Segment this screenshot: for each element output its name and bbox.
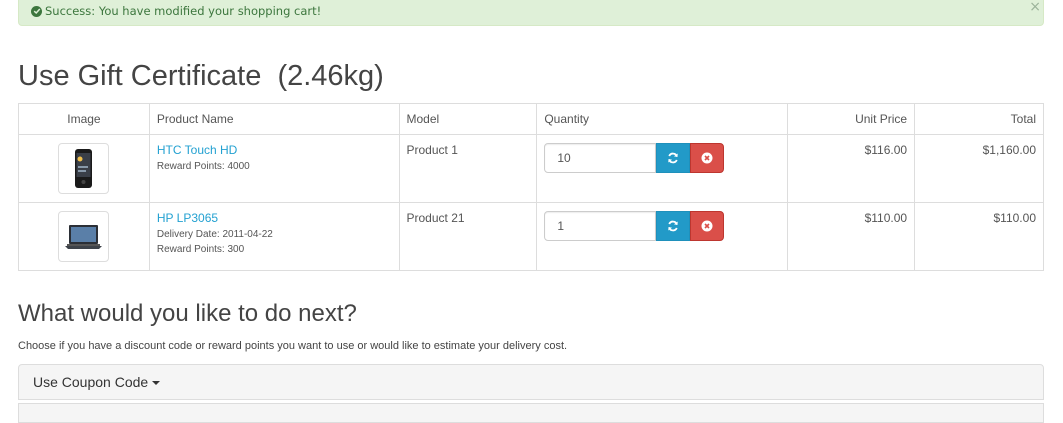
caret-down-icon	[152, 381, 161, 386]
success-alert: Success: You have modified your shopping…	[18, 0, 1044, 26]
quantity-cell	[536, 202, 789, 271]
next-panel[interactable]	[18, 403, 1044, 423]
next-steps-title: What would you like to do next?	[18, 300, 357, 327]
quantity-input[interactable]	[544, 211, 657, 241]
times-circle-icon	[701, 152, 713, 164]
remove-button[interactable]	[690, 143, 725, 173]
col-model: Model	[398, 103, 538, 135]
table-header-row: Image Product Name Model Quantity Unit P…	[18, 103, 1044, 135]
total-cell: $110.00	[914, 202, 1044, 271]
image-cell	[18, 134, 150, 203]
product-name-cell: HP LP3065 Delivery Date: 2011-04-22 Rewa…	[148, 202, 400, 271]
remove-button[interactable]	[690, 211, 725, 241]
alert-message: Success: You have modified your shopping…	[45, 4, 322, 18]
total-cell: $1,160.00	[914, 134, 1044, 203]
next-steps-description: Choose if you have a discount code or re…	[18, 340, 568, 352]
col-quantity: Quantity	[536, 103, 789, 135]
col-unit-price: Unit Price	[787, 103, 916, 135]
check-circle-icon	[31, 5, 42, 17]
update-button[interactable]	[656, 211, 691, 241]
coupon-panel-label: Use Coupon Code	[33, 374, 149, 390]
reward-points: Reward Points: 300	[156, 244, 245, 255]
refresh-icon	[668, 152, 679, 164]
col-image: Image	[18, 103, 150, 135]
product-link[interactable]: HTC Touch HD	[157, 143, 392, 157]
col-total: Total	[914, 103, 1044, 135]
table-row: HP LP3065 Delivery Date: 2011-04-22 Rewa…	[18, 202, 1044, 271]
quantity-cell	[536, 134, 789, 203]
product-thumbnail-laptop[interactable]	[58, 211, 110, 262]
delivery-date: Delivery Date: 2011-04-22	[156, 229, 273, 240]
table-row: HTC Touch HD Reward Points: 4000 Product…	[18, 134, 1044, 203]
col-product-name: Product Name	[148, 103, 400, 135]
unit-price-cell: $110.00	[787, 202, 916, 271]
image-cell	[18, 202, 150, 271]
page-title: Use Gift Certificate (2.46kg)	[18, 60, 384, 92]
alert-close-button[interactable]: ×	[1029, 0, 1041, 14]
product-link[interactable]: HP LP3065	[157, 211, 392, 225]
product-thumbnail-phone[interactable]	[58, 143, 110, 194]
unit-price-cell: $116.00	[787, 134, 916, 203]
update-button[interactable]	[656, 143, 691, 173]
model-cell: Product 1	[398, 134, 538, 203]
model-cell: Product 21	[398, 202, 538, 271]
refresh-icon	[668, 220, 679, 232]
product-name-cell: HTC Touch HD Reward Points: 4000	[148, 134, 400, 203]
coupon-panel-toggle[interactable]: Use Coupon Code	[18, 364, 1044, 400]
cart-table: Image Product Name Model Quantity Unit P…	[18, 103, 1044, 271]
reward-points: Reward Points: 4000	[156, 161, 250, 172]
times-circle-icon	[701, 220, 713, 232]
quantity-input[interactable]	[544, 143, 657, 173]
